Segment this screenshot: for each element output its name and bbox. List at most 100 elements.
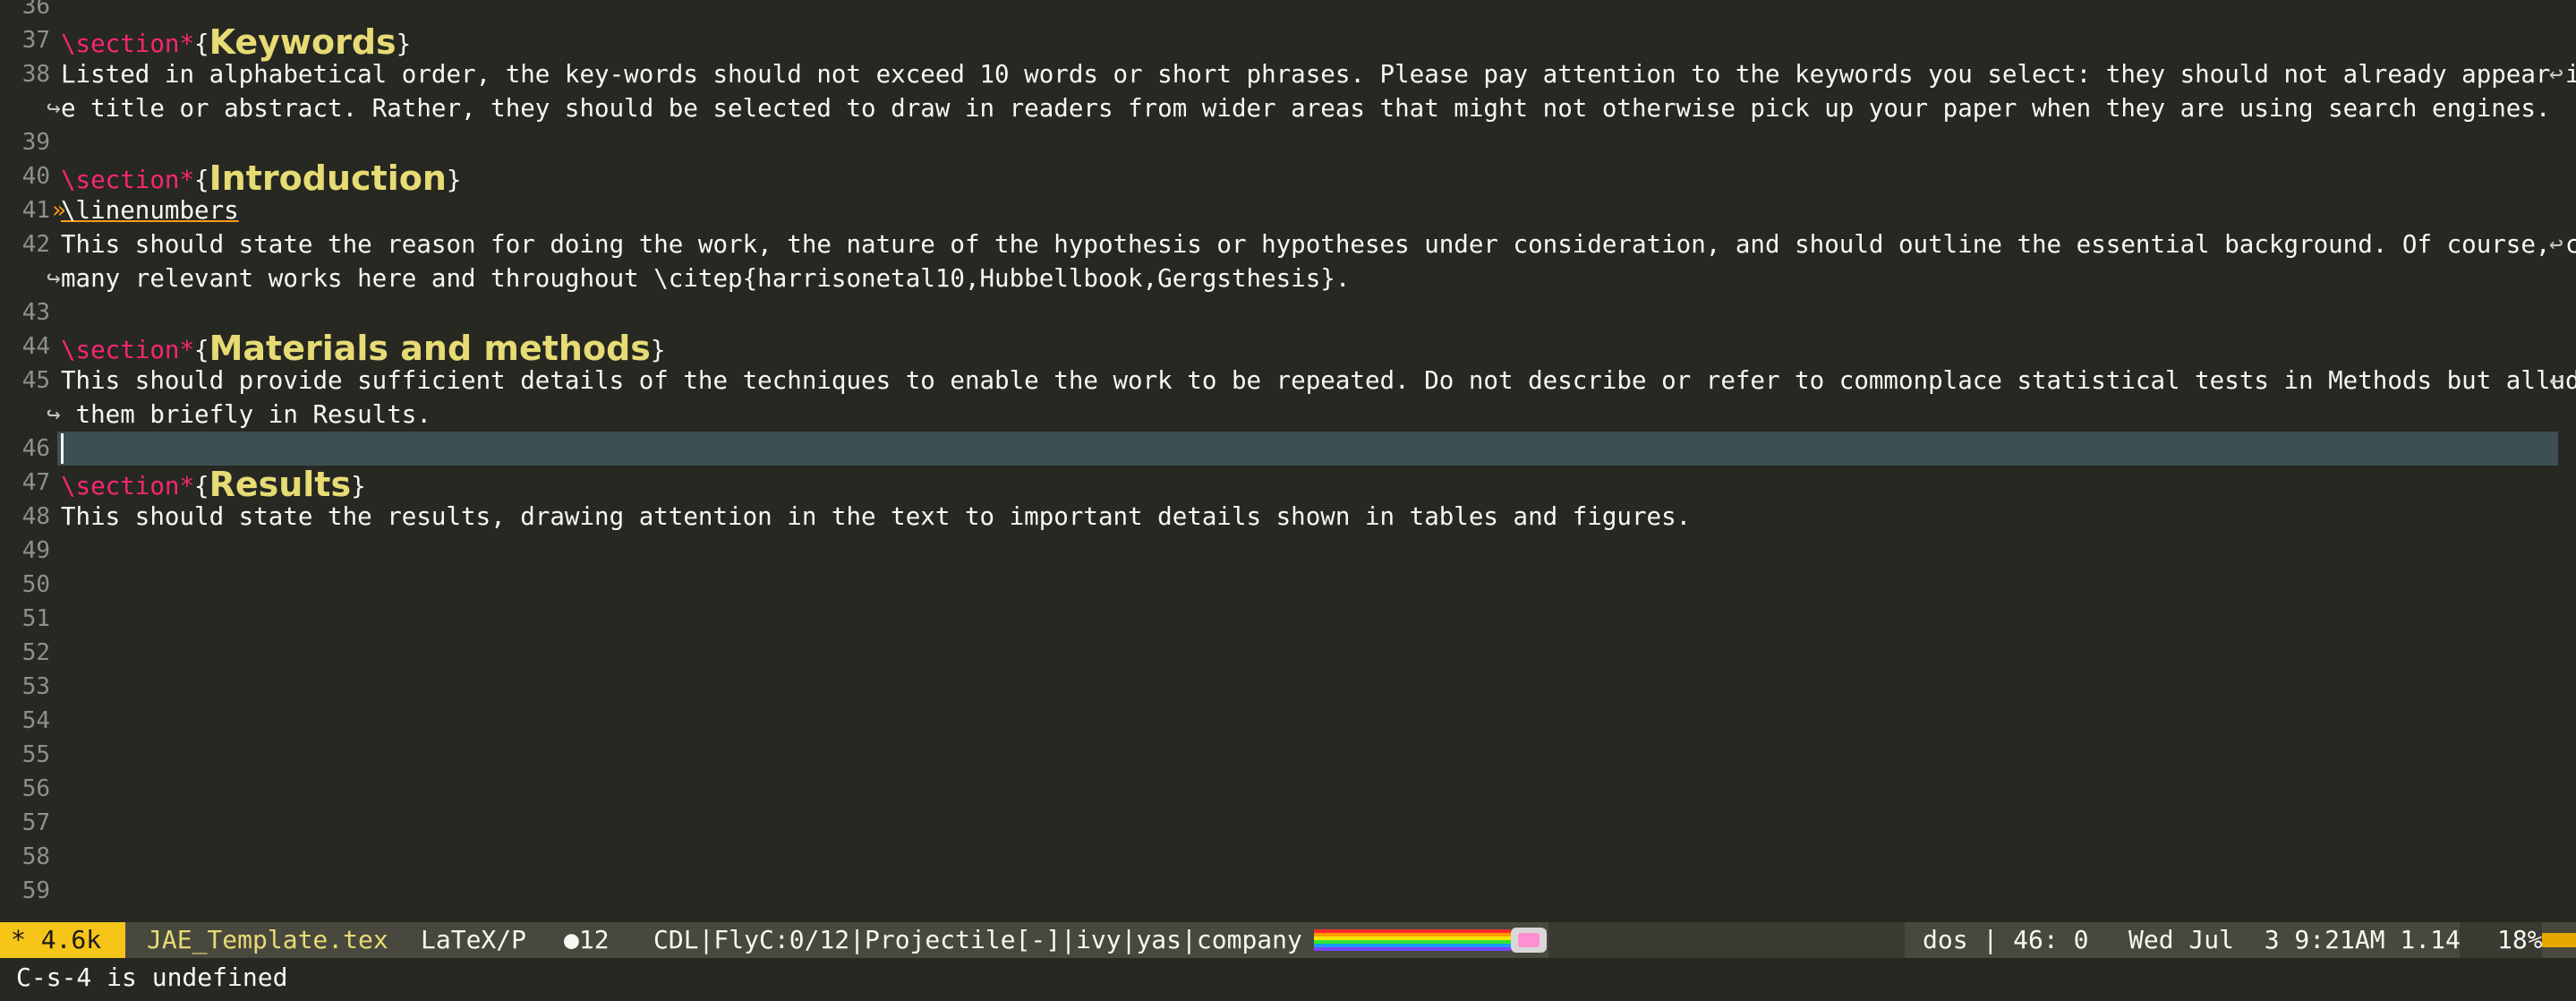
mode-line: * 4.6k JAE_Template.tex LaTeX/P ●12 CDL|… [0,922,2576,958]
line-39[interactable]: 39 [0,125,2576,159]
line-number: 54 [21,707,50,734]
line-55[interactable]: 55 [0,738,2576,772]
editor-buffer[interactable]: 36 37 \section*{Keywords} 38 Listed in alpha… [0,0,2576,922]
line-41[interactable]: 41» \linenumbers [0,193,2576,227]
wrap-arrow-icon: ↩ [2549,367,2563,394]
section-title: Keywords [209,22,397,62]
buffer-size-indicator: * 4.6k [0,922,125,958]
latex-command-link[interactable]: \linenumbers [61,193,239,227]
line-52[interactable]: 52 [0,636,2576,670]
section-title: Materials and methods [209,329,651,368]
line-36[interactable]: 36 [0,0,2576,23]
open-brace: { [194,30,209,58]
section-heading[interactable]: \section*{Results} [61,466,366,503]
section-heading[interactable]: \section*{Materials and methods} [61,329,665,367]
line-text[interactable]: many relevant works here and throughout … [61,261,1350,295]
line-number: 57 [21,809,50,836]
line-45[interactable]: 45 This should provide sufficient details… [0,364,2576,398]
line-number: 56 [21,775,50,802]
line-continuation[interactable]: ↪ them briefly in Results. [0,398,2576,432]
line-number: 41 [21,197,50,224]
line-continuation[interactable]: ↪ e title or abstract. Rather, they shoul… [0,91,2576,125]
buffer-filename[interactable]: JAE_Template.tex [125,922,392,958]
line-continuation[interactable]: ↪ many relevant works here and throughout… [0,261,2576,295]
line-number: 47 [21,469,50,496]
line-38[interactable]: 38 Listed in alphabetical order, the key-… [0,57,2576,91]
line-37[interactable]: 37 \section*{Keywords} [0,23,2576,59]
line-text[interactable]: them briefly in Results. [61,398,431,432]
latex-command: \section [61,472,180,500]
line-59[interactable]: 59 [0,874,2576,908]
line-46[interactable]: 46 [0,432,2576,466]
line-text[interactable]: This should provide sufficient details o… [61,364,2576,398]
line-text[interactable]: Listed in alphabetical order, the key-wo… [61,57,2576,91]
buffer-percent: 18% [2460,922,2543,958]
minor-modes[interactable]: CDL|FlyC:0/12|Projectile[-]|ivy|yas|comp… [623,922,1303,958]
minibuffer[interactable]: C-s-4 is undefined [0,958,2576,1001]
line-number: 40 [21,163,50,190]
open-brace: { [194,472,209,500]
line-57[interactable]: 57 [0,806,2576,840]
latex-star: * [179,30,195,58]
line-number: 51 [21,605,50,632]
diagnostics-count[interactable]: ●12 [533,922,623,958]
line-40[interactable]: 40 \section*{Introduction} [0,159,2576,195]
open-brace: { [194,166,209,194]
latex-star: * [179,166,195,194]
close-brace: } [650,336,666,364]
close-brace: } [351,472,366,500]
line-number: 46 [21,435,50,462]
mode-line-spacer [1548,922,1905,958]
line-number: 38 [21,61,50,88]
line-58[interactable]: 58 [0,840,2576,874]
section-title: Introduction [209,158,447,198]
latex-command: \section [61,336,180,364]
line-number: 55 [21,741,50,768]
line-number: 53 [21,673,50,700]
line-column-indicator: dos | 46: 0 [1923,925,2089,954]
wrap-continuation-icon: ↪ [47,95,61,122]
line-text[interactable]: This should state the reason for doing t… [61,227,2576,261]
section-heading[interactable]: \section*{Introduction} [61,159,461,197]
latex-star: * [179,472,195,500]
line-text[interactable]: e title or abstract. Rather, they should… [61,91,2550,125]
line-47[interactable]: 47 \section*{Results} [0,466,2576,503]
latex-star: * [179,336,195,364]
nyan-cat-icon [1511,928,1547,953]
line-53[interactable]: 53 [0,670,2576,704]
scroll-indicator[interactable] [2542,933,2576,947]
line-number: 52 [21,639,50,666]
line-text[interactable]: This should state the results, drawing a… [61,500,1691,534]
line-49[interactable]: 49 [0,534,2576,568]
line-42[interactable]: 42 This should state the reason for doing… [0,227,2576,261]
line-number: 49 [21,537,50,564]
wrap-continuation-icon: ↪ [47,265,61,292]
open-brace: { [194,336,209,364]
latex-command: \section [61,30,180,58]
line-50[interactable]: 50 [0,568,2576,602]
line-number: 50 [21,571,50,598]
section-heading[interactable]: \section*{Keywords} [61,23,411,61]
line-number: 58 [21,843,50,870]
latex-command: \section [61,166,180,194]
line-number: 44 [21,333,50,360]
line-number: 43 [21,299,50,326]
line-48[interactable]: 48 This should state the results, drawing… [0,500,2576,534]
line-56[interactable]: 56 [0,772,2576,806]
wrap-arrow-icon: ↩ [2549,61,2563,88]
text-cursor [61,433,64,464]
wrap-continuation-icon: ↪ [47,401,61,428]
line-54[interactable]: 54 [0,704,2576,738]
nyan-progress-rainbow[interactable] [1314,929,1511,951]
line-43[interactable]: 43 [0,295,2576,329]
section-title: Results [209,465,352,504]
line-44[interactable]: 44 \section*{Materials and methods} [0,329,2576,367]
clock-display: Wed Jul 3 9:21AM 1.14 [2128,925,2461,954]
close-brace: } [396,30,412,58]
line-number: 48 [21,503,50,530]
close-brace: } [446,166,462,194]
line-number: 37 [21,27,50,54]
major-mode[interactable]: LaTeX/P [392,922,533,958]
line-number: 39 [21,129,50,156]
line-51[interactable]: 51 [0,602,2576,636]
